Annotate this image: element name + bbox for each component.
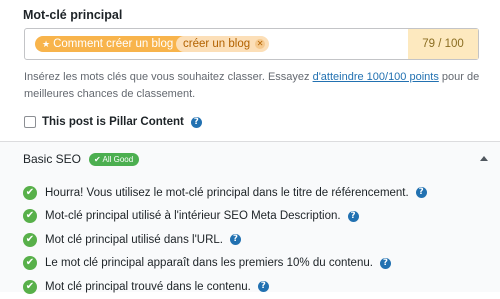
keyword-tag-label: créer un blog: [183, 38, 251, 50]
check-icon: ✔: [23, 256, 37, 271]
help-icon[interactable]: ?: [257, 281, 269, 293]
seo-check-text: Mot clé principal utilisé dans l'URL.: [45, 233, 223, 246]
check-icon: ✔: [23, 232, 37, 247]
pillar-content-option: This post is Pillar Content ?: [24, 114, 202, 130]
help-icon[interactable]: ?: [190, 116, 202, 128]
basic-seo-header[interactable]: Basic SEO ✔ All Good: [23, 152, 140, 166]
pillar-content-label[interactable]: This post is Pillar Content: [42, 116, 184, 128]
help-icon[interactable]: ?: [379, 257, 391, 269]
seo-check-item: ✔ Le mot clé principal apparaît dans les…: [23, 252, 427, 276]
seo-check-text: Hourra! Vous utilisez le mot-clé princip…: [45, 186, 409, 199]
seo-check-text: Mot clé principal trouvé dans le contenu…: [45, 280, 251, 293]
keyword-tag-primary[interactable]: ★Comment créer un blog ✕: [35, 36, 193, 52]
hint-link[interactable]: d'atteindre 100/100 points: [313, 71, 439, 83]
caret-up-icon[interactable]: [480, 156, 488, 161]
help-icon[interactable]: ?: [229, 234, 241, 246]
focus-keyword-input[interactable]: ★Comment créer un blog ✕ créer un blog ✕…: [24, 28, 479, 60]
seo-check-item: ✔ Mot clé principal utilisé dans l'URL. …: [23, 228, 427, 252]
keyword-section: Mot-clé principal ★ Comment créer un blog…: [0, 0, 500, 141]
star-icon: ★: [42, 39, 51, 49]
basic-seo-title: Basic SEO: [23, 152, 82, 166]
check-icon: ✔: [23, 185, 37, 200]
seo-check-text: Le mot clé principal apparaît dans les p…: [45, 257, 373, 270]
check-icon: ✔: [23, 209, 37, 224]
help-icon[interactable]: ?: [415, 187, 427, 199]
help-icon[interactable]: ?: [347, 210, 359, 222]
keyword-tag-secondary[interactable]: créer un blog ✕: [176, 36, 270, 52]
hint-text-start: Insérez les mots clés que vous souhaitez…: [24, 71, 313, 83]
pillar-content-checkbox[interactable]: [24, 116, 36, 128]
seo-check-item: ✔ Mot-clé principal utilisé à l'intérieu…: [23, 205, 427, 229]
seo-check-text: Mot-clé principal utilisé à l'intérieur …: [45, 210, 341, 223]
focus-keyword-label: Mot-clé principal: [23, 8, 123, 22]
all-good-badge: ✔ All Good: [89, 152, 140, 166]
seo-score: 79 / 100: [408, 29, 478, 59]
seo-check-item: ✔ Hourra! Vous utilisez le mot-clé princ…: [23, 181, 427, 205]
seo-check-list: ✔ Hourra! Vous utilisez le mot-clé princ…: [23, 181, 427, 299]
keyword-hint: Insérez les mots clés que vous souhaitez…: [24, 69, 484, 103]
seo-check-item: ✔ Mot clé principal trouvé dans le conte…: [23, 275, 427, 299]
remove-keyword-icon[interactable]: ✕: [255, 39, 266, 49]
keyword-tag-label: Comment créer un blog: [53, 38, 174, 50]
